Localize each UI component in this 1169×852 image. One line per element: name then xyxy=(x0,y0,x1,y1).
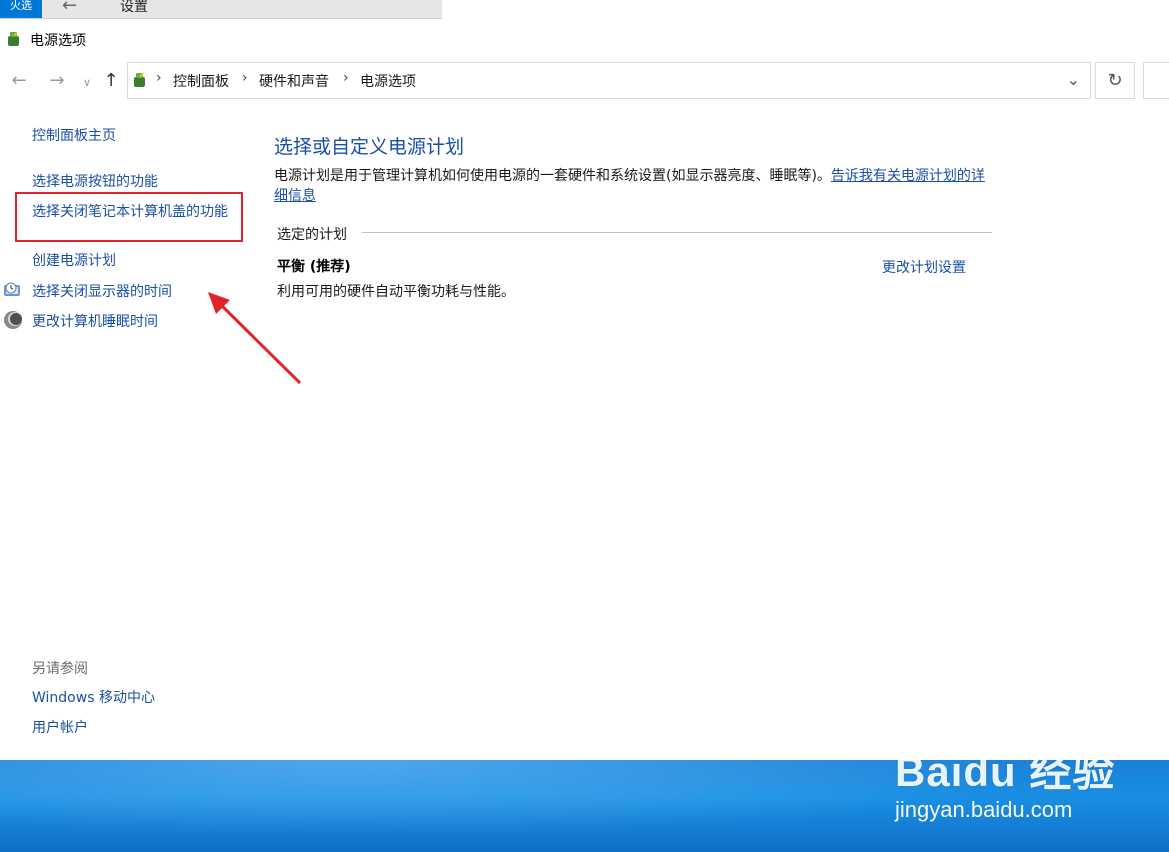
windows-mobility-center-link[interactable]: Windows 移动中心 xyxy=(32,687,155,707)
breadcrumb-power-options[interactable]: 电源选项 xyxy=(360,71,416,91)
title-bar: 电源选项 xyxy=(0,20,1169,60)
power-options-window: 电源选项 ← → ∨ ↑ › 控制面板 › 硬件和声音 › 电源选项 ⌄ ↻ 控… xyxy=(0,20,1169,760)
control-panel-home-link[interactable]: 控制面板主页 xyxy=(32,125,116,145)
create-power-plan-link[interactable]: 创建电源计划 xyxy=(32,250,116,270)
address-bar[interactable]: › 控制面板 › 硬件和声音 › 电源选项 ⌄ xyxy=(127,62,1091,99)
back-arrow-icon[interactable]: ← xyxy=(62,0,77,16)
breadcrumb-chevron-icon[interactable]: › xyxy=(156,70,162,86)
plan-name[interactable]: 平衡 (推荐) xyxy=(277,256,351,276)
breadcrumb-chevron-icon[interactable]: › xyxy=(343,70,349,86)
display-off-time-link[interactable]: 选择关闭显示器的时间 xyxy=(32,281,172,301)
lid-close-function-link[interactable]: 选择关闭笔记本计算机盖的功能 xyxy=(32,202,232,222)
breadcrumb-chevron-icon[interactable]: › xyxy=(242,70,248,86)
power-button-function-link[interactable]: 选择电源按钮的功能 xyxy=(32,171,158,191)
watermark-url: jingyan.baidu.com xyxy=(895,797,1073,822)
page-description: 电源计划是用于管理计算机如何使用电源的一套硬件和系统设置(如显示器亮度、睡眠等)… xyxy=(274,166,994,206)
background-settings-window: 火选 ← 设置 xyxy=(0,0,442,19)
recent-locations-chevron-icon[interactable]: ∨ xyxy=(76,76,98,89)
page-title: 选择或自定义电源计划 xyxy=(274,136,465,158)
control-panel-icon xyxy=(134,72,145,87)
settings-badge: 火选 xyxy=(0,0,42,18)
see-also-heading: 另请参阅 xyxy=(32,661,88,677)
navigation-bar: ← → ∨ ↑ › 控制面板 › 硬件和声音 › 电源选项 ⌄ ↻ xyxy=(0,62,1169,102)
forward-arrow-icon[interactable]: → xyxy=(46,70,68,91)
breadcrumb-hardware-sound[interactable]: 硬件和声音 xyxy=(259,71,329,91)
left-navigation-pane: 控制面板主页 选择电源按钮的功能 选择关闭笔记本计算机盖的功能 创建电源计划 选… xyxy=(0,120,250,760)
breadcrumb-control-panel[interactable]: 控制面板 xyxy=(173,71,229,91)
settings-title: 设置 xyxy=(120,0,148,15)
monitor-clock-icon xyxy=(4,282,20,296)
section-divider xyxy=(362,232,992,233)
power-options-icon xyxy=(8,31,19,46)
up-arrow-icon[interactable]: ↑ xyxy=(100,70,122,91)
change-plan-settings-link[interactable]: 更改计划设置 xyxy=(882,257,966,277)
moon-icon xyxy=(4,311,22,329)
search-input[interactable] xyxy=(1143,62,1169,99)
back-arrow-icon[interactable]: ← xyxy=(8,70,30,91)
refresh-button[interactable]: ↻ xyxy=(1095,62,1135,99)
chevron-down-icon[interactable]: ⌄ xyxy=(1067,70,1080,89)
user-accounts-link[interactable]: 用户帐户 xyxy=(32,717,88,737)
selected-plan-label: 选定的计划 xyxy=(277,224,355,244)
sleep-time-link[interactable]: 更改计算机睡眠时间 xyxy=(32,311,158,331)
description-text: 电源计划是用于管理计算机如何使用电源的一套硬件和系统设置(如显示器亮度、睡眠等)… xyxy=(274,168,831,184)
window-title: 电源选项 xyxy=(30,33,86,49)
plan-description: 利用可用的硬件自动平衡功耗与性能。 xyxy=(277,284,515,300)
annotation-arrow-icon xyxy=(208,292,302,385)
refresh-icon: ↻ xyxy=(1107,70,1123,91)
